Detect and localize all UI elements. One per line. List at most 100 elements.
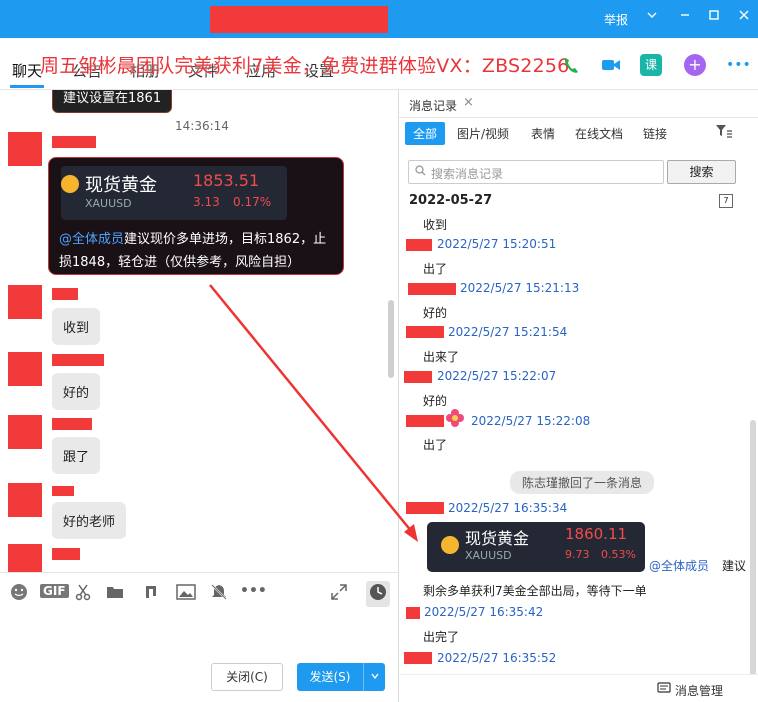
close-icon[interactable]: × bbox=[463, 95, 474, 110]
history-message: 出了 bbox=[423, 262, 448, 276]
scissors-icon[interactable] bbox=[74, 583, 92, 605]
history-search-input[interactable]: 搜索消息记录 bbox=[408, 160, 664, 184]
card-suggest: 建议 bbox=[722, 559, 747, 573]
quote-change: 9.73 bbox=[565, 548, 590, 561]
history-message: 收到 bbox=[423, 218, 448, 232]
emoji-icon[interactable] bbox=[10, 583, 28, 605]
chat-scrollbar[interactable] bbox=[388, 300, 394, 378]
music-icon[interactable] bbox=[142, 583, 160, 605]
chat-panel: 建议设置在1861 14:36:14 现货黄金 XAUUSD 1853.51 3… bbox=[0, 90, 398, 572]
avatar[interactable] bbox=[8, 352, 42, 386]
filter-all[interactable]: 全部 bbox=[405, 122, 446, 145]
expand-icon[interactable] bbox=[330, 583, 348, 605]
filter-sticker[interactable]: 表情 bbox=[531, 125, 555, 142]
gold-quote-card[interactable]: 现货黄金 XAUUSD 1853.51 3.13 0.17% @全体成员建议现价… bbox=[48, 157, 344, 275]
history-message: 出来了 bbox=[423, 350, 460, 364]
history-scrollbar[interactable] bbox=[750, 420, 756, 700]
mention-all[interactable]: @全体成员 bbox=[59, 232, 124, 247]
send-button[interactable]: 发送(S) bbox=[297, 663, 385, 691]
history-time: 2022/5/27 15:21:54 bbox=[448, 325, 568, 339]
nav-bar: 聊天 公告 相册 文件 应用 设置 周五邹彬晨团队完美获利7美金，免费进群体验V… bbox=[0, 38, 758, 90]
history-message: 好的 bbox=[423, 306, 448, 320]
more-icon[interactable]: ••• bbox=[726, 54, 751, 76]
close-icon[interactable] bbox=[735, 9, 753, 25]
mention-all[interactable]: @全体成员 bbox=[649, 557, 709, 574]
tab-divider bbox=[399, 117, 758, 118]
title-bar: 举报 bbox=[0, 0, 758, 38]
quote-price: 1860.11 bbox=[565, 525, 628, 543]
avatar[interactable] bbox=[8, 544, 42, 572]
message-time: 14:36:14 bbox=[175, 119, 229, 133]
image-icon[interactable] bbox=[176, 583, 196, 605]
quote-percent: 0.17% bbox=[233, 195, 272, 209]
clock-icon[interactable] bbox=[366, 581, 390, 607]
quote-percent: 0.53% bbox=[601, 548, 636, 561]
message-manage-icon[interactable] bbox=[657, 682, 671, 697]
message-bubble: 好的老师 bbox=[52, 502, 127, 539]
gif-icon[interactable]: GIF bbox=[40, 584, 69, 598]
message-manage-link[interactable]: 消息管理 bbox=[675, 682, 723, 699]
video-icon[interactable] bbox=[600, 54, 622, 76]
history-sender bbox=[406, 607, 420, 619]
phone-icon[interactable] bbox=[560, 54, 582, 76]
history-gold-card[interactable]: 现货黄金 XAUUSD 1860.11 9.73 0.53% bbox=[427, 522, 645, 572]
minimize-icon[interactable] bbox=[676, 9, 694, 25]
history-sender bbox=[408, 283, 456, 295]
history-tab[interactable]: 消息记录 bbox=[409, 97, 457, 114]
maximize-icon[interactable] bbox=[705, 9, 723, 25]
input-toolbar: GIF ••• bbox=[0, 572, 398, 612]
filter-icon[interactable] bbox=[715, 123, 733, 142]
quote-symbol: XAUUSD bbox=[85, 197, 132, 210]
sender-name bbox=[52, 418, 92, 430]
quote-name: 现货黄金 bbox=[465, 529, 530, 548]
tab-chat[interactable]: 聊天 bbox=[12, 60, 42, 81]
more-icon[interactable]: ••• bbox=[240, 583, 267, 599]
avatar[interactable] bbox=[8, 415, 42, 449]
message-bubble: 收到 bbox=[52, 308, 101, 345]
chevron-down-icon[interactable] bbox=[643, 9, 661, 25]
avatar[interactable] bbox=[8, 483, 42, 517]
title-redaction bbox=[210, 6, 388, 33]
history-time: 2022/5/27 15:22:08 bbox=[471, 414, 591, 428]
calendar-icon[interactable]: 7 bbox=[719, 194, 733, 208]
card-message: @全体成员建议现价多单进场，目标1862，止损1848，轻仓进（仅供参考，风险自… bbox=[59, 228, 339, 274]
avatar[interactable] bbox=[8, 132, 42, 166]
history-time: 2022/5/27 15:21:13 bbox=[460, 281, 580, 295]
history-message: 好的 bbox=[423, 394, 448, 408]
history-time: 2022/5/27 16:35:34 bbox=[448, 501, 568, 515]
filter-media[interactable]: 图片/视频 bbox=[457, 125, 509, 142]
history-time: 2022/5/27 15:22:07 bbox=[437, 369, 557, 383]
avatar[interactable] bbox=[8, 285, 42, 319]
history-sender bbox=[406, 239, 432, 251]
search-button[interactable]: 搜索 bbox=[667, 160, 736, 184]
history-message: 出完了 bbox=[423, 630, 460, 644]
quote-price: 1853.51 bbox=[193, 171, 260, 190]
gold-logo-icon bbox=[61, 175, 79, 193]
flower-icon bbox=[445, 408, 465, 432]
message-history-panel: 消息记录 × 全部 图片/视频 表情 在线文档 链接 搜索消息记录 搜索 202… bbox=[399, 90, 758, 702]
promo-banner: 周五邹彬晨团队完美获利7美金，免费进群体验VX：ZBS2256 bbox=[40, 55, 570, 77]
search-icon bbox=[415, 165, 426, 179]
active-tab-indicator bbox=[10, 85, 44, 88]
sender-name bbox=[52, 136, 96, 148]
filter-links[interactable]: 链接 bbox=[643, 125, 667, 142]
history-time: 2022/5/27 16:35:52 bbox=[437, 651, 557, 665]
quote-name: 现货黄金 bbox=[85, 175, 157, 196]
close-button[interactable]: 关闭(C) bbox=[211, 663, 283, 691]
mute-icon[interactable] bbox=[210, 583, 228, 605]
sender-name bbox=[52, 354, 104, 366]
history-time: 2022/5/27 16:35:42 bbox=[424, 605, 544, 619]
add-icon[interactable]: + bbox=[684, 54, 706, 76]
history-message: 出了 bbox=[423, 438, 448, 452]
sender-name bbox=[52, 486, 74, 496]
course-icon[interactable]: 课 bbox=[640, 54, 662, 76]
history-date: 2022-05-27 bbox=[409, 193, 493, 208]
chevron-down-icon[interactable] bbox=[363, 663, 385, 691]
folder-icon[interactable] bbox=[106, 583, 124, 605]
send-label[interactable]: 发送(S) bbox=[297, 663, 363, 691]
history-sender bbox=[404, 652, 432, 664]
quote-panel: 现货黄金 XAUUSD 1853.51 3.13 0.17% bbox=[61, 166, 287, 220]
report-link[interactable]: 举报 bbox=[604, 11, 628, 28]
quote-symbol: XAUUSD bbox=[465, 549, 512, 562]
filter-docs[interactable]: 在线文档 bbox=[575, 125, 623, 142]
